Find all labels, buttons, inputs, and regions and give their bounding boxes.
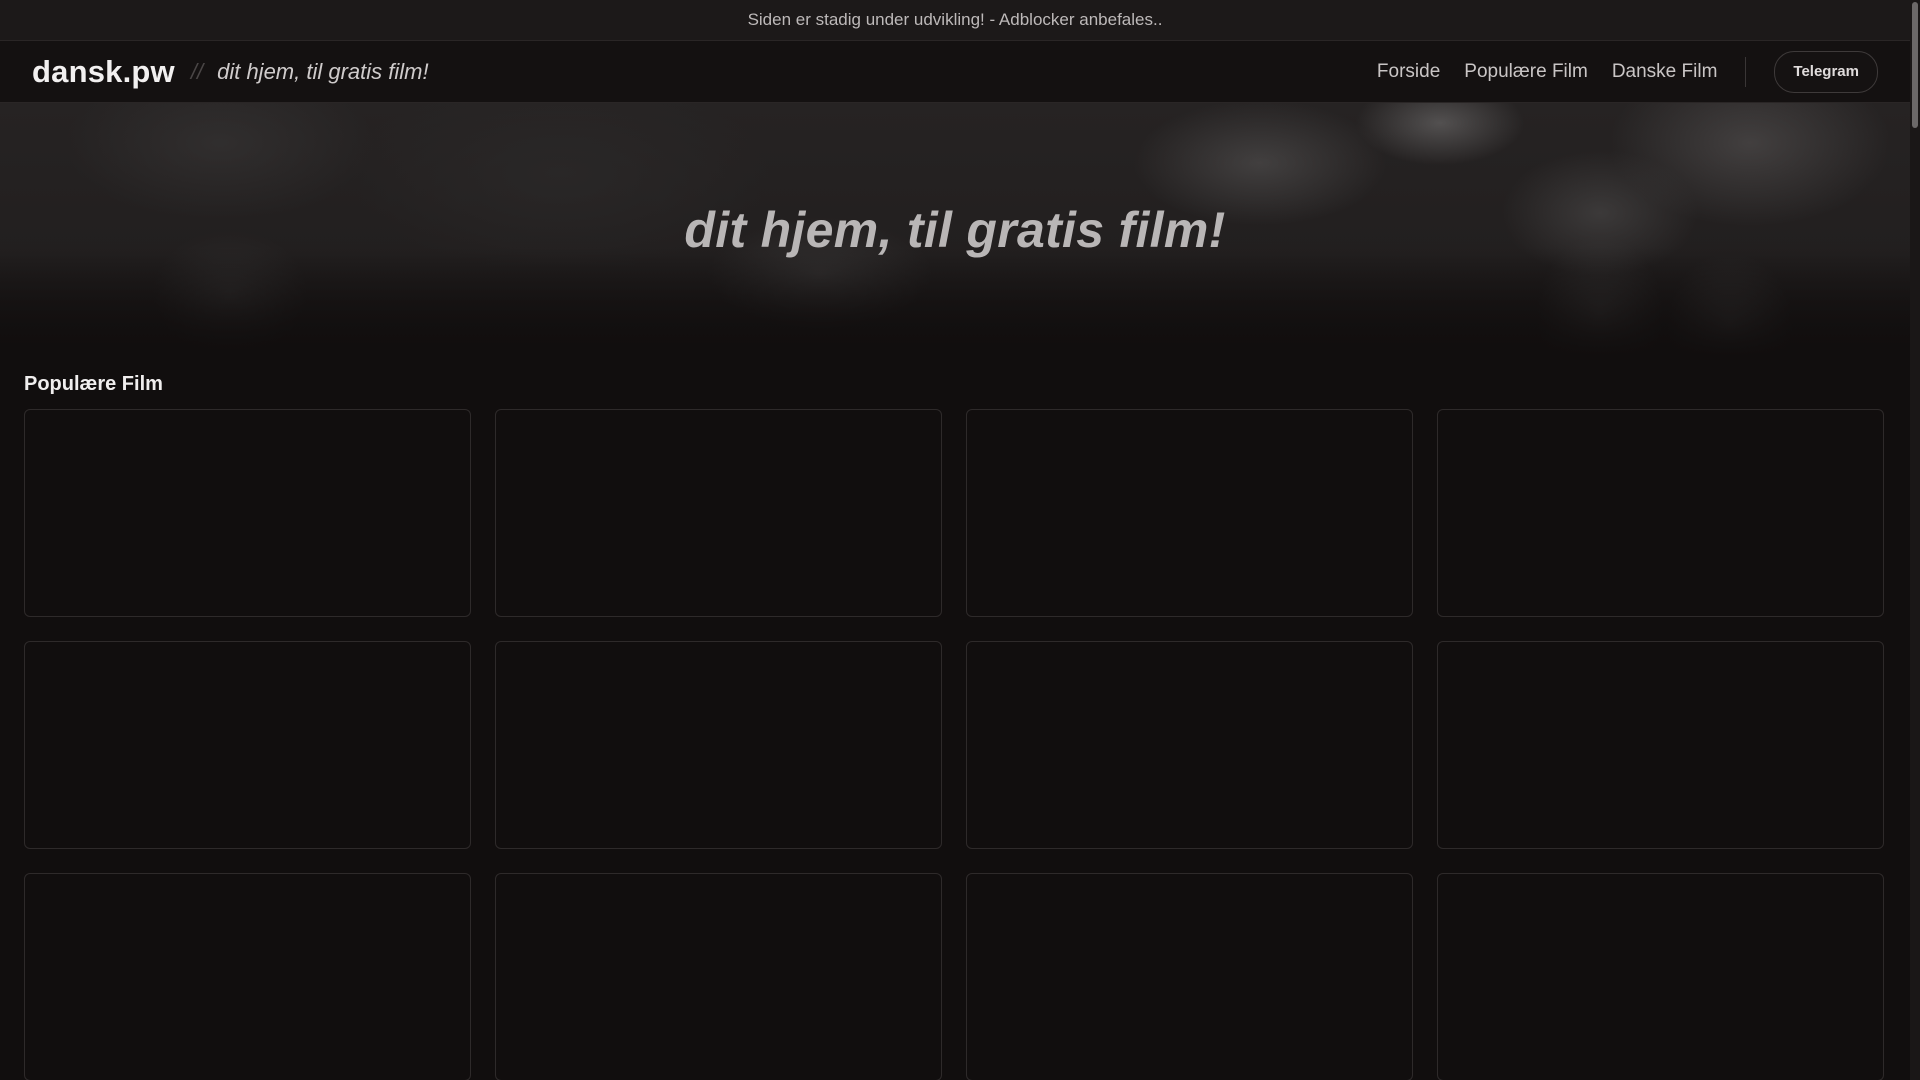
brand-logo[interactable]: dansk.pw [32,54,175,90]
hero-banner: dit hjem, til gratis film! [0,103,1910,357]
nav-link-populaere-film[interactable]: Populære Film [1464,61,1588,83]
movie-card[interactable] [966,641,1413,849]
popular-section: Populære Film [0,369,1910,1080]
nav-link-danske-film[interactable]: Danske Film [1612,61,1718,83]
telegram-button[interactable]: Telegram [1774,50,1878,93]
hero-title: dit hjem, til gratis film! [684,202,1226,258]
page: Siden er stadig under udvikling! - Adblo… [0,0,1910,1080]
movie-card[interactable] [495,409,942,617]
hero-fade [0,247,1910,357]
movie-card[interactable] [495,873,942,1080]
movie-card[interactable] [966,873,1413,1080]
nav-links: Forside Populære Film Danske Film [1377,61,1717,83]
scrollbar[interactable] [1910,0,1920,1080]
navbar: dansk.pw // dit hjem, til gratis film! F… [0,41,1910,103]
movie-card[interactable] [1437,641,1884,849]
announcement-bar: Siden er stadig under udvikling! - Adblo… [0,0,1910,41]
movie-card[interactable] [966,409,1413,617]
nav-link-forside[interactable]: Forside [1377,61,1440,83]
movie-card[interactable] [1437,873,1884,1080]
movie-card[interactable] [24,873,471,1080]
movie-grid [24,409,1886,1080]
brand-tagline: dit hjem, til gratis film! [217,58,429,84]
movie-card[interactable] [1437,409,1884,617]
brand-separator: // [190,58,204,84]
nav-divider [1745,56,1747,87]
movie-card[interactable] [24,409,471,617]
telegram-button-label: Telegram [1793,63,1859,80]
movie-card[interactable] [24,641,471,849]
section-title: Populære Film [24,373,163,395]
scrollbar-thumb[interactable] [1912,2,1918,128]
movie-card[interactable] [495,641,942,849]
announcement-text: Siden er stadig under udvikling! - Adblo… [747,10,1163,29]
